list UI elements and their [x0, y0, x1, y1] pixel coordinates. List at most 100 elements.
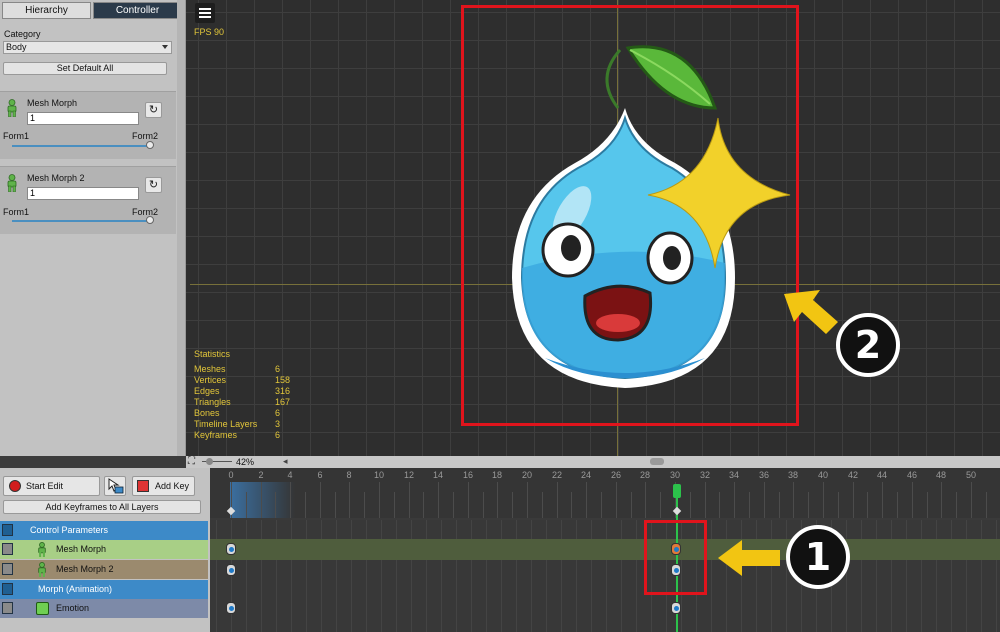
menu-icon[interactable]: [195, 3, 215, 23]
reset-icon[interactable]: ↻: [145, 177, 162, 193]
expand-toggle-icon[interactable]: [2, 583, 13, 595]
ruler-subtick: [423, 492, 424, 518]
stat-label: Edges: [194, 386, 220, 396]
ruler-subtick: [927, 492, 928, 518]
expand-toggle-icon[interactable]: [2, 524, 13, 536]
ruler-tick: [616, 482, 617, 518]
set-default-all-button[interactable]: Set Default All: [3, 62, 167, 75]
slider-handle[interactable]: [146, 216, 154, 224]
layer-row-morph-animation[interactable]: Morph (Animation): [0, 580, 208, 599]
panel-tabs: Hierarchy Controller: [2, 2, 182, 19]
stat-label: Bones: [194, 408, 220, 418]
chevron-left-icon[interactable]: ◂: [283, 456, 288, 467]
layer-row-control-parameters[interactable]: Control Parameters: [0, 521, 208, 540]
ruler-tick-label: 24: [580, 470, 591, 480]
ruler-subtick: [986, 492, 987, 518]
ruler-tick: [261, 482, 262, 518]
ruler-tick-label: 14: [432, 470, 443, 480]
mesh-group-icon: [36, 602, 49, 615]
timeline-ruler[interactable]: 0 2 4 6 8 10 12 14 16 18 20 22 24 26 28 30 32 34 36 38 40 42 4…: [210, 468, 1000, 518]
keyframe-add-icon: [137, 480, 149, 492]
add-keyframes-all-layers-button[interactable]: Add Keyframes to All Layers: [3, 500, 201, 514]
layer-row-emotion[interactable]: Emotion: [0, 599, 208, 618]
ruler-tick-label: 6: [317, 470, 323, 480]
collapse-toggle-icon[interactable]: [2, 563, 13, 575]
param-name: Mesh Morph 2: [27, 173, 85, 183]
fps-readout: FPS 90: [194, 27, 225, 37]
timeline-tracks[interactable]: [210, 520, 1000, 632]
ruler-tick-label: 20: [521, 470, 532, 480]
ruler-subtick: [956, 492, 957, 518]
viewport-zoom-bar: ⛶ 42% ◂: [186, 456, 1000, 468]
stat-value: 158: [275, 375, 291, 385]
tab-hierarchy[interactable]: Hierarchy: [2, 2, 91, 19]
select-cursor-button[interactable]: [104, 476, 126, 496]
ruler-tick: [586, 482, 587, 518]
layer-row-mesh-morph[interactable]: Mesh Morph: [0, 540, 208, 559]
start-edit-button[interactable]: Start Edit: [3, 476, 100, 496]
ruler-tick: [823, 482, 824, 518]
keyframe[interactable]: [226, 543, 236, 555]
editor-window: Hierarchy Controller Category Body Set D…: [0, 0, 1000, 632]
ruler-subtick: [542, 492, 543, 518]
ruler-subtick: [275, 492, 276, 518]
ruler-subtick: [749, 492, 750, 518]
layer-name: Control Parameters: [30, 525, 109, 535]
ruler-subtick: [364, 492, 365, 518]
stat-label: Timeline Layers: [194, 419, 258, 429]
chevron-down-icon: [162, 45, 168, 49]
add-key-label: Add Key: [155, 481, 190, 491]
control-param-icon: [7, 174, 17, 192]
layer-row-mesh-morph-2[interactable]: Mesh Morph 2: [0, 560, 208, 579]
ruler-subtick: [453, 492, 454, 518]
ruler-tick-label: 2: [258, 470, 264, 480]
highlight-frame-viewport: [461, 5, 799, 426]
ruler-subtick: [512, 492, 513, 518]
ruler-tick-label: 28: [639, 470, 650, 480]
collapse-toggle-icon[interactable]: [2, 543, 13, 555]
ruler-tick: [497, 482, 498, 518]
ruler-tick-label: 26: [610, 470, 621, 480]
add-key-button[interactable]: Add Key: [132, 476, 195, 496]
param-value-field[interactable]: 1: [27, 187, 139, 200]
param-slider[interactable]: [12, 220, 149, 222]
param-slider[interactable]: [12, 145, 149, 147]
ruler-tick: [409, 482, 410, 518]
tab-controller[interactable]: Controller: [93, 2, 182, 19]
playhead-handle[interactable]: [673, 484, 681, 498]
stat-label: Meshes: [194, 364, 226, 374]
slider-handle[interactable]: [206, 458, 213, 465]
ruler-subtick: [305, 492, 306, 518]
ruler-subtick: [601, 492, 602, 518]
param-value-field[interactable]: 1: [27, 112, 139, 125]
panel-scrollbar[interactable]: [177, 0, 185, 456]
ruler-tick-label: 34: [728, 470, 739, 480]
record-icon: [9, 480, 21, 492]
statistics-title: Statistics: [194, 349, 231, 359]
ruler-tick: [645, 482, 646, 518]
ruler-tick-label: 10: [373, 470, 384, 480]
ruler-tick-label: 30: [669, 470, 680, 480]
stat-value: 6: [275, 408, 281, 418]
ruler-tick-label: 4: [287, 470, 293, 480]
slider-handle[interactable]: [146, 141, 154, 149]
ruler-tick: [971, 482, 972, 518]
ruler-tick: [882, 482, 883, 518]
ruler-tick: [734, 482, 735, 518]
control-param-icon: [38, 542, 46, 557]
cursor-icon: [108, 478, 124, 494]
keyframe[interactable]: [226, 602, 236, 614]
param-name: Mesh Morph: [27, 98, 78, 108]
start-edit-label: Start Edit: [26, 481, 64, 491]
keyframe[interactable]: [671, 602, 681, 614]
keyframe[interactable]: [226, 564, 236, 576]
horizontal-scrollbar[interactable]: [650, 458, 664, 465]
reset-icon[interactable]: ↻: [145, 102, 162, 118]
ruler-tick-label: 32: [699, 470, 710, 480]
fit-icon[interactable]: ⛶: [188, 456, 195, 467]
collapse-toggle-icon[interactable]: [2, 602, 13, 614]
timeline-track-area[interactable]: 0 2 4 6 8 10 12 14 16 18 20 22 24 26 28 30 32 34 36 38 40 42 4…: [210, 468, 1000, 632]
ruler-tick: [527, 482, 528, 518]
ruler-subtick: [808, 492, 809, 518]
category-dropdown[interactable]: Body: [3, 41, 172, 54]
